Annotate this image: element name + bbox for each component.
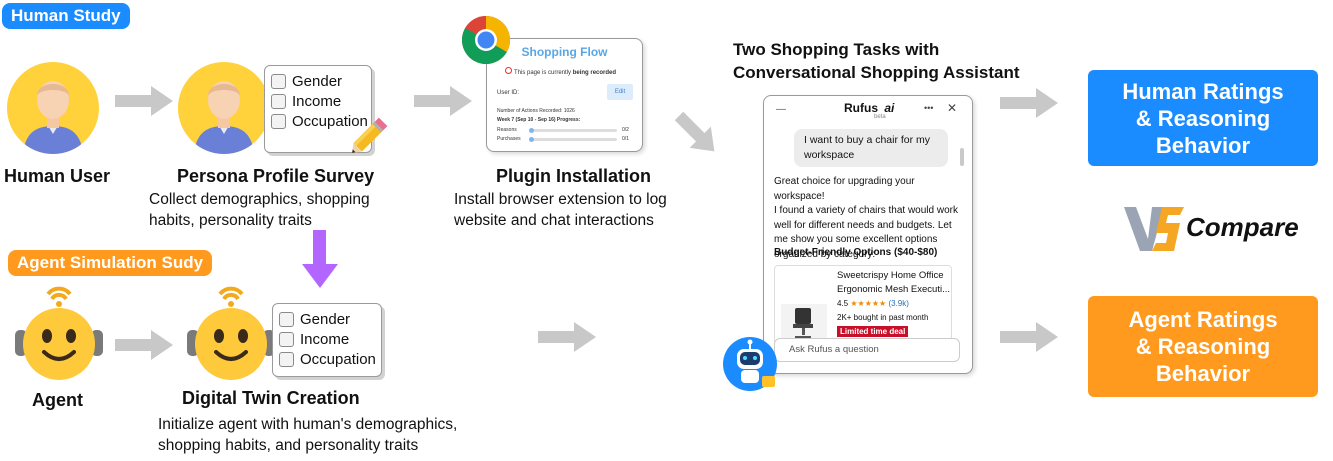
persona-survey-desc: Collect demographics, shopping habits, p… bbox=[149, 191, 370, 229]
persona-survey-title: Persona Profile Survey bbox=[177, 166, 375, 186]
star-rating-icon: ★★★★★ bbox=[850, 299, 887, 308]
arrow-agent-to-twin bbox=[115, 330, 173, 360]
purchases-label: Purchases bbox=[497, 136, 521, 142]
arrow-to-human-ratings bbox=[1000, 88, 1058, 118]
arrow-down-to-twin bbox=[302, 230, 338, 288]
week-progress: Week 7 (Sep 10 - Sep 16) Progress: bbox=[497, 117, 581, 123]
pencil-icon bbox=[352, 117, 388, 153]
agent-ratings-box: Agent Ratings & Reasoning Behavior bbox=[1088, 296, 1318, 397]
product-title: Sweetcrispy Home Office Ergonomic Mesh E… bbox=[837, 270, 950, 295]
product-rating: 4.5 ★★★★★ (3.9k) bbox=[837, 299, 909, 308]
checkbox-icon bbox=[271, 73, 286, 89]
arrow-to-agent-ratings bbox=[1000, 322, 1058, 352]
chat-scrollbar[interactable] bbox=[960, 148, 964, 166]
rufus-logo-mark: ai bbox=[884, 101, 895, 115]
reasons-label: Reasons bbox=[497, 127, 517, 133]
digital-twin-desc: Initialize agent with human's demographi… bbox=[158, 416, 458, 454]
close-icon[interactable]: ✕ bbox=[947, 101, 957, 115]
survey-field-income: Income bbox=[271, 91, 371, 111]
digital-twin-avatar bbox=[187, 286, 275, 380]
purchases-count: 0/1 bbox=[622, 136, 629, 142]
minimize-icon[interactable]: — bbox=[776, 104, 786, 115]
reasons-progress-bar bbox=[529, 128, 617, 133]
checkbox-icon bbox=[279, 331, 294, 347]
reasons-count: 0/2 bbox=[622, 127, 629, 133]
purchases-progress-bar bbox=[529, 137, 617, 142]
plugin-desc: Install browser extension to log website… bbox=[454, 191, 667, 229]
digital-twin-card: Gender Income Occupation bbox=[272, 303, 382, 377]
survey-field-gender: Gender bbox=[271, 71, 371, 91]
ask-rufus-input[interactable]: Ask Rufus a question bbox=[774, 338, 960, 362]
chrome-icon bbox=[461, 15, 511, 65]
checkbox-icon bbox=[271, 113, 286, 129]
user-id-label: User ID: bbox=[497, 90, 520, 96]
vs-logo-icon bbox=[1124, 207, 1184, 251]
rufus-chat-window: — Rufus ai beta ••• ✕ I want to buy a ch… bbox=[763, 95, 973, 374]
actions-recorded: Number of Actions Recorded: 1026 bbox=[497, 108, 575, 114]
twin-field-income: Income bbox=[279, 329, 381, 349]
purchases-progress-knob bbox=[529, 137, 534, 142]
digital-twin-title: Digital Twin Creation bbox=[182, 388, 360, 408]
review-count[interactable]: (3.9k) bbox=[888, 299, 908, 308]
compare-label: Compare bbox=[1186, 212, 1299, 242]
human-ratings-box: Human Ratings & Reasoning Behavior bbox=[1088, 70, 1318, 166]
product-card[interactable]: Sweetcrispy Home Office Ergonomic Mesh E… bbox=[774, 265, 952, 345]
human-study-tag: Human Study bbox=[2, 3, 130, 29]
menu-icon[interactable]: ••• bbox=[924, 103, 933, 113]
agent-avatar bbox=[15, 286, 103, 380]
arrow-human-to-persona bbox=[115, 86, 173, 116]
plugin-title-label: Plugin Installation bbox=[496, 166, 652, 186]
arrow-plugin-to-tasks bbox=[674, 111, 715, 152]
deal-badge: Limited time deal bbox=[837, 326, 909, 337]
reasons-progress-knob bbox=[529, 128, 534, 133]
shopping-tasks-title: Two Shopping Tasks with Conversational S… bbox=[733, 40, 1020, 82]
product-image bbox=[781, 304, 827, 340]
user-message-bubble: I want to buy a chair for my workspace bbox=[794, 129, 948, 167]
robot-assistant-icon bbox=[723, 337, 777, 391]
agent-study-tag: Agent Simulation Sudy bbox=[8, 250, 213, 276]
human-user-label: Human User bbox=[4, 166, 111, 186]
rufus-title: Rufus ai bbox=[844, 101, 895, 115]
record-icon bbox=[505, 67, 512, 74]
human-user-avatar bbox=[7, 62, 99, 154]
budget-heading: Budget-Friendly Options ($40-$80) bbox=[774, 247, 938, 258]
edit-button[interactable]: Edit bbox=[607, 84, 633, 100]
twin-field-occupation: Occupation bbox=[279, 349, 381, 369]
agent-label: Agent bbox=[32, 390, 83, 410]
bought-text: 2K+ bought in past month bbox=[837, 313, 929, 322]
arrow-twin-to-tasks bbox=[538, 322, 596, 352]
checkbox-icon bbox=[279, 351, 294, 367]
rufus-beta-badge: beta bbox=[874, 114, 886, 120]
persona-avatar bbox=[178, 62, 270, 154]
twin-field-gender: Gender bbox=[279, 309, 381, 329]
recording-status: This page is currently being recorded bbox=[505, 67, 616, 76]
checkbox-icon bbox=[279, 311, 294, 327]
arrow-persona-to-plugin bbox=[414, 86, 472, 116]
checkbox-icon bbox=[271, 93, 286, 109]
